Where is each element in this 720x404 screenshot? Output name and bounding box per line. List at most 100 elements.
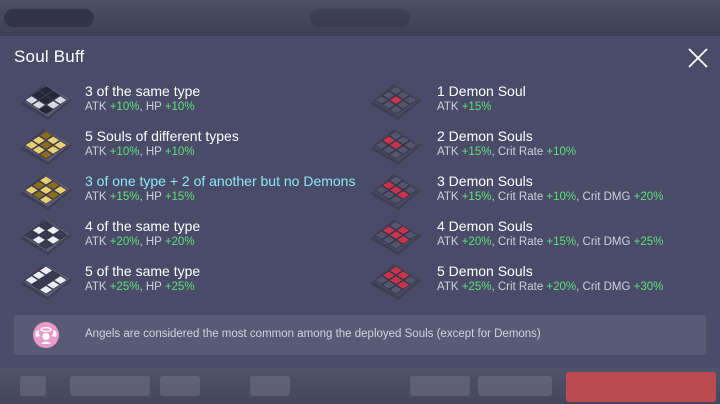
stat-value: +10%	[109, 101, 140, 113]
background-slot	[250, 376, 290, 396]
stat-label: , Crit DMG	[576, 281, 634, 293]
stat-label: , Crit Rate	[491, 191, 547, 203]
stat-value: +15%	[461, 146, 492, 158]
buff-title: 3 of the same type	[85, 83, 201, 99]
buff-row: 2 Demon Souls ATK +15%, Crit Rate +10%	[364, 123, 704, 168]
stat-label: ATK	[437, 236, 462, 248]
buff-stats: ATK +25%, Crit Rate +20%, Crit DMG +30%	[437, 280, 663, 295]
stat-value: +20%	[164, 236, 195, 248]
buff-text: 3 Demon Souls ATK +15%, Crit Rate +10%, C…	[437, 173, 663, 205]
buff-title: 5 Demon Souls	[437, 263, 533, 279]
buff-text: 4 of the same type ATK +20%, HP +20%	[85, 218, 200, 250]
stat-value: +25%	[461, 281, 492, 293]
buff-row: 4 Demon Souls ATK +20%, Crit Rate +15%, C…	[364, 213, 704, 258]
stat-label: , Crit Rate	[491, 281, 547, 293]
stat-value: +10%	[164, 146, 195, 158]
stat-label: , Crit Rate	[491, 236, 547, 248]
buff-row: 4 of the same type ATK +20%, HP +20%	[14, 213, 354, 258]
stat-label: ATK	[437, 146, 462, 158]
stat-value: +25%	[109, 281, 140, 293]
angel-halo-icon	[32, 321, 60, 349]
info-note-text: Angels are considered the most common am…	[85, 328, 541, 340]
stat-label: ATK	[437, 101, 462, 113]
buff-stats: ATK +15%, Crit Rate +10%	[437, 145, 576, 160]
background-action-button	[566, 372, 716, 402]
stat-value: +15%	[546, 236, 577, 248]
stat-value: +10%	[546, 191, 577, 203]
buff-list-standard: 3 of the same type ATK +10%, HP +10% 5 Sou…	[14, 78, 356, 303]
buff-stats: ATK +10%, HP +10%	[85, 100, 200, 115]
stat-label: , HP	[139, 191, 165, 203]
buff-text: 3 of the same type ATK +10%, HP +10%	[85, 83, 200, 115]
background-bottom-bar	[0, 368, 720, 404]
buff-stats: ATK +15%, Crit Rate +10%, Crit DMG +20%	[437, 190, 663, 205]
stat-label: ATK	[85, 236, 110, 248]
stat-label: , HP	[139, 101, 165, 113]
buff-stats: ATK +20%, Crit Rate +15%, Crit DMG +25%	[437, 235, 663, 250]
buff-row: 1 Demon Soul ATK +15%	[364, 78, 704, 123]
stat-value: +15%	[461, 191, 492, 203]
stat-label: ATK	[85, 101, 110, 113]
close-button[interactable]	[686, 46, 710, 70]
background-slot	[20, 376, 46, 396]
buff-stats: ATK +20%, HP +20%	[85, 235, 200, 250]
soul-buff-modal: Soul Buff 3 of the same type ATK +10%, HP…	[0, 36, 720, 368]
background-slot	[70, 376, 150, 396]
buff-title: 4 Demon Souls	[437, 218, 533, 234]
buff-title: 5 Souls of different types	[85, 128, 239, 144]
buff-text: 5 Demon Souls ATK +25%, Crit Rate +20%, C…	[437, 263, 663, 295]
stat-value: +10%	[546, 146, 577, 158]
stat-value: +25%	[164, 281, 195, 293]
stat-label: , Crit Rate	[491, 146, 547, 158]
background-back-button	[4, 9, 94, 27]
buff-text: 4 Demon Souls ATK +20%, Crit Rate +15%, C…	[437, 218, 663, 250]
stat-value: +30%	[633, 281, 664, 293]
stat-value: +20%	[109, 236, 140, 248]
stat-value: +15%	[164, 191, 195, 203]
stat-label: , HP	[139, 146, 165, 158]
stat-value: +20%	[633, 191, 664, 203]
demon-soul-5-icon	[364, 258, 428, 302]
stat-value: +10%	[164, 101, 195, 113]
background-slot	[160, 376, 200, 396]
stat-label: , HP	[139, 281, 165, 293]
stat-value: +20%	[546, 281, 577, 293]
white-quad-soul-icon	[14, 213, 78, 257]
buff-row: 5 Souls of different types ATK +10%, HP +…	[14, 123, 354, 168]
buff-title: 5 of the same type	[85, 263, 201, 279]
stat-label: ATK	[85, 146, 110, 158]
buff-list-demon: 1 Demon Soul ATK +15% 2 Demon Souls ATK +15…	[364, 78, 704, 303]
background-top-bar	[0, 0, 720, 36]
demon-soul-1-icon	[364, 78, 428, 122]
buff-title: 3 of one type + 2 of another but no Demo…	[85, 173, 356, 189]
stat-value: +20%	[461, 236, 492, 248]
background-slot	[478, 376, 552, 396]
stat-value: +25%	[633, 236, 664, 248]
buff-stats: ATK +15%, HP +15%	[85, 190, 355, 205]
gold-split-soul-icon	[14, 168, 78, 212]
buff-title: 1 Demon Soul	[437, 83, 526, 99]
buff-title: 3 Demon Souls	[437, 173, 533, 189]
info-note: Angels are considered the most common am…	[14, 315, 706, 355]
stat-label: ATK	[437, 191, 462, 203]
stat-value: +15%	[109, 191, 140, 203]
buff-text: 5 of the same type ATK +25%, HP +25%	[85, 263, 200, 295]
buff-row: 5 Demon Souls ATK +25%, Crit Rate +20%, C…	[364, 258, 704, 303]
white-quint-soul-icon	[14, 258, 78, 302]
buff-stats: ATK +25%, HP +25%	[85, 280, 200, 295]
buff-title: 4 of the same type	[85, 218, 201, 234]
buff-row: 3 of one type + 2 of another but no Demo…	[14, 168, 356, 213]
stat-label: ATK	[85, 191, 110, 203]
modal-title: Soul Buff	[14, 47, 85, 66]
gold-mixed-soul-icon	[14, 123, 78, 167]
buff-row: 3 of the same type ATK +10%, HP +10%	[14, 78, 354, 123]
stat-label: ATK	[437, 281, 462, 293]
background-slot	[410, 376, 470, 396]
background-title-blur	[310, 9, 410, 27]
stat-value: +15%	[461, 101, 492, 113]
buff-title: 2 Demon Souls	[437, 128, 533, 144]
buff-stats: ATK +15%	[437, 100, 526, 115]
buff-text: 1 Demon Soul ATK +15%	[437, 83, 526, 115]
dark-triple-soul-icon	[14, 78, 78, 122]
buff-text: 2 Demon Souls ATK +15%, Crit Rate +10%	[437, 128, 576, 160]
